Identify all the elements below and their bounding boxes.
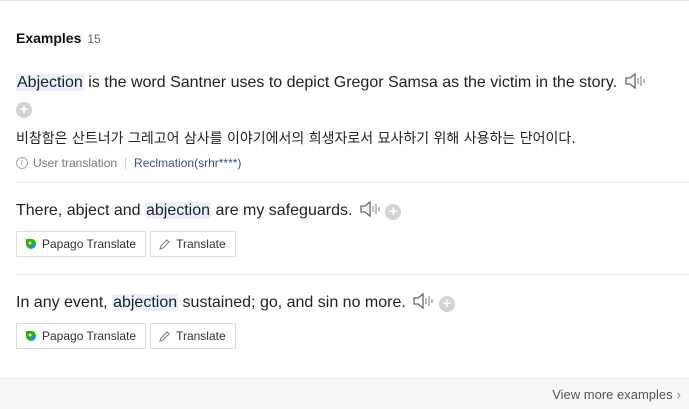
translate-label: Translate <box>176 329 226 343</box>
examples-count: 15 <box>87 32 101 46</box>
meta-separator <box>125 157 127 169</box>
info-icon: i <box>16 157 28 169</box>
view-more-label: View more examples <box>552 387 673 402</box>
example-item-2: There, abject and abjection are my safeg… <box>16 198 689 257</box>
sentence-text: sustained; go, and sin no more. <box>178 294 406 311</box>
sentence-text: In any event, <box>16 294 113 311</box>
top-divider <box>0 0 689 1</box>
translate-buttons: Papago Translate Translate <box>16 231 689 257</box>
plus-circle-icon[interactable]: + <box>385 204 402 220</box>
example-item-1: Abjection is the word Santner uses to de… <box>16 70 689 170</box>
example-sentence: Abjection is the word Santner uses to de… <box>16 70 689 122</box>
keyword-highlight[interactable]: Abjection <box>16 74 84 91</box>
keyword-highlight[interactable]: abjection <box>144 202 212 219</box>
translate-label: Translate <box>176 237 226 251</box>
sentence-text: is the word Santner uses to depict Grego… <box>83 74 618 91</box>
papago-logo-icon <box>26 331 37 341</box>
sentence-text: There, abject and <box>16 202 145 219</box>
translate-button[interactable]: Translate <box>150 231 236 257</box>
plus-circle-icon[interactable]: + <box>16 102 32 118</box>
divider <box>16 274 689 275</box>
papago-translate-button[interactable]: Papago Translate <box>16 323 147 349</box>
examples-footer: View more examples › <box>0 378 689 409</box>
papago-translate-label: Papago Translate <box>42 329 137 343</box>
examples-header: Examples 15 <box>16 30 101 46</box>
speaker-icon[interactable] <box>412 292 434 310</box>
papago-translate-label: Papago Translate <box>42 237 137 251</box>
translation-meta: i User translation Reclmation(srhr****) <box>16 156 689 170</box>
pencil-icon <box>159 238 170 250</box>
view-more-examples-link[interactable]: View more examples › <box>552 387 681 402</box>
contributor-link[interactable]: Reclmation(srhr****) <box>134 156 241 170</box>
speaker-icon[interactable] <box>359 200 381 218</box>
example-sentence: In any event, abjection sustained; go, a… <box>16 290 689 316</box>
example-item-3: In any event, abjection sustained; go, a… <box>16 290 689 349</box>
pencil-icon <box>159 330 170 342</box>
section-title: Examples <box>16 30 82 46</box>
translate-buttons: Papago Translate Translate <box>16 323 689 349</box>
sentence-text: are my safeguards. <box>211 202 353 219</box>
keyword-highlight[interactable]: abjection <box>112 294 179 311</box>
translate-button[interactable]: Translate <box>150 323 236 349</box>
example-sentence: There, abject and abjection are my safeg… <box>16 198 689 224</box>
chevron-right-icon: › <box>676 387 681 402</box>
speaker-icon[interactable] <box>624 72 646 90</box>
plus-circle-icon[interactable]: + <box>438 296 455 312</box>
divider <box>16 182 689 183</box>
papago-translate-button[interactable]: Papago Translate <box>16 231 147 257</box>
papago-logo-icon <box>26 239 37 249</box>
source-label: User translation <box>33 156 118 170</box>
example-translation: 비참함은 산트너가 그레고어 삼사를 이야기에서의 희생자로서 묘사하기 위해 … <box>16 131 576 147</box>
